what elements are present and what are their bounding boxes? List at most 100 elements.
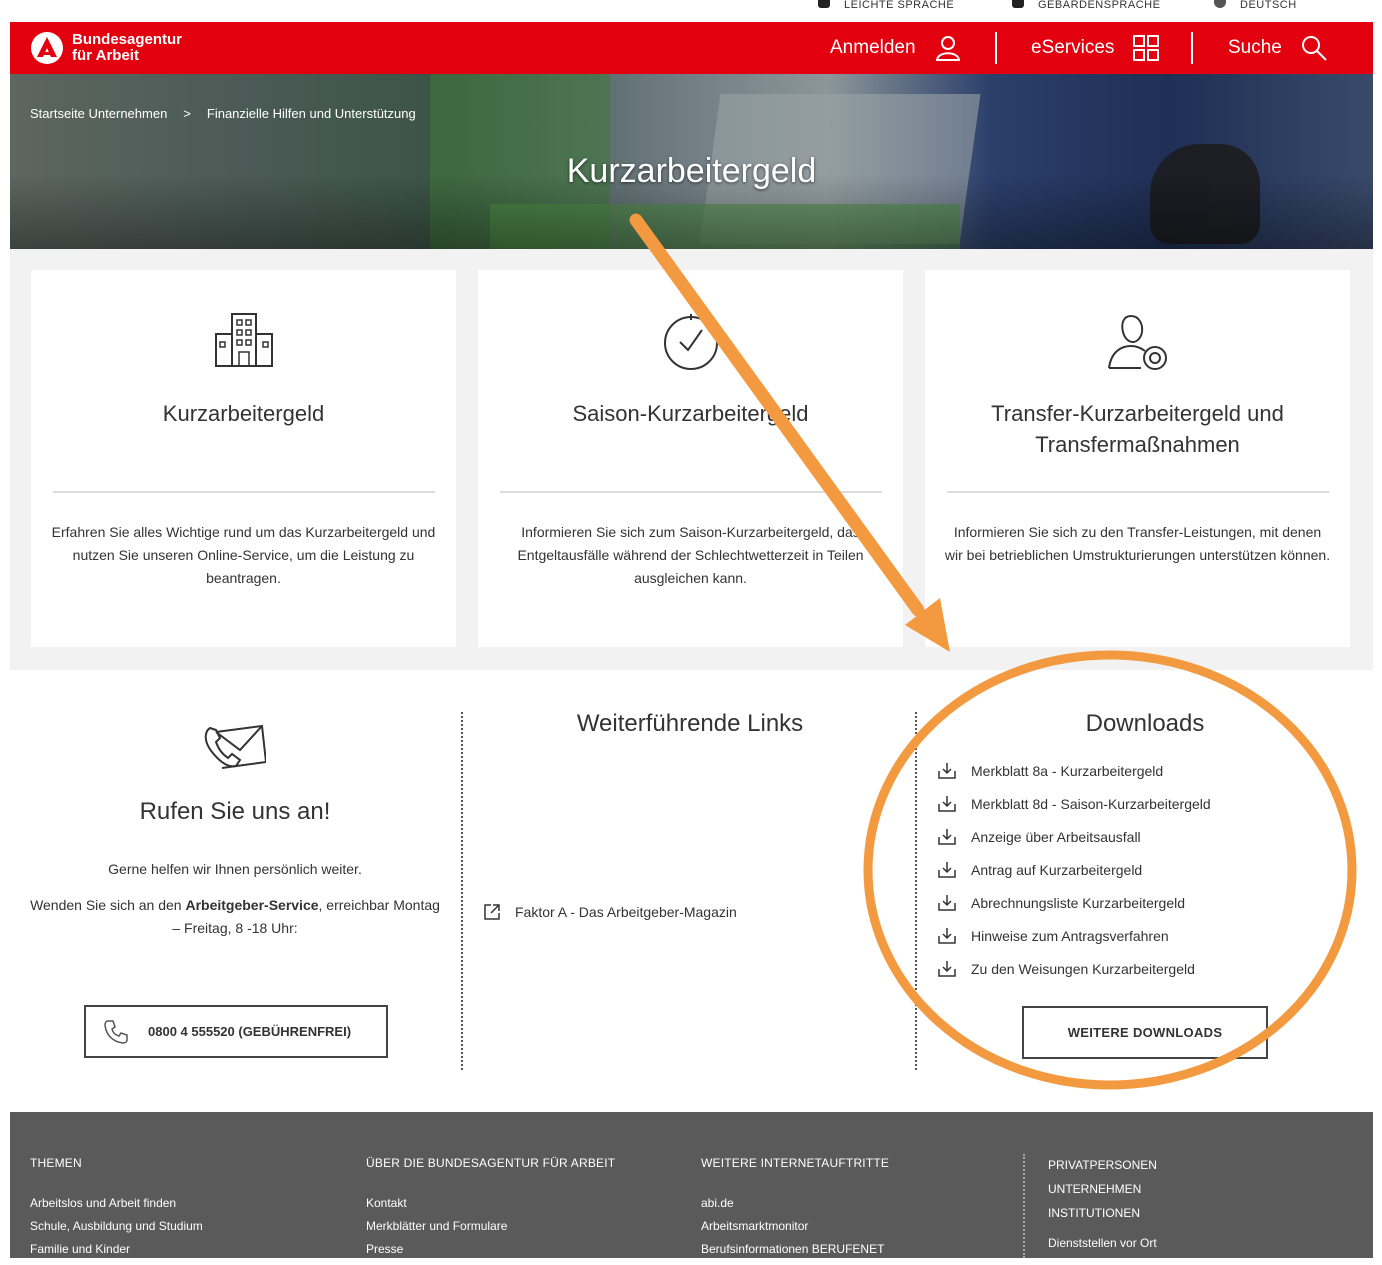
download-item-label: Antrag auf Kurzarbeitergeld: [971, 861, 1143, 878]
sign-language-link[interactable]: GEBÄRDENSPRACHE: [1012, 0, 1160, 10]
download-item-label: Merkblatt 8d - Saison-Kurzarbeitergeld: [971, 795, 1211, 812]
download-item[interactable]: Merkblatt 8d - Saison-Kurzarbeitergeld: [937, 787, 1211, 820]
eservices-button[interactable]: eServices: [1031, 22, 1160, 74]
breadcrumb: Startseite Unternehmen > Finanzielle Hilfe…: [30, 106, 416, 121]
download-item-label: Hinweise zum Antragsverfahren: [971, 927, 1169, 944]
simple-language-icon: [818, 0, 830, 8]
download-item[interactable]: Antrag auf Kurzarbeitergeld: [937, 853, 1211, 886]
ba-logo-icon[interactable]: [30, 31, 64, 65]
footer-link[interactable]: Arbeitsmarktmonitor: [701, 1219, 889, 1233]
contact-text: Gerne helfen wir Ihnen persönlich weiter…: [108, 861, 362, 877]
card-title: Transfer-Kurzarbeitergeld und Transferma…: [991, 401, 1284, 457]
download-item-label: Zu den Weisungen Kurzarbeitergeld: [971, 960, 1195, 977]
breadcrumb-separator: >: [183, 106, 191, 121]
download-item[interactable]: Anzeige über Arbeitsausfall: [937, 820, 1211, 853]
phone-icon: [104, 1019, 128, 1044]
footer-column-about: ÜBER DIE BUNDESAGENTUR FÜR ARBEIT Kontak…: [366, 1156, 615, 1265]
footer-heading: ÜBER DIE BUNDESAGENTUR FÜR ARBEIT: [366, 1156, 616, 1170]
card-divider: [947, 491, 1329, 493]
employer-service-name: Arbeitgeber-Service: [185, 897, 319, 913]
contact-hours-text: Wenden Sie sich an den Arbeitgeber-Servi…: [30, 894, 440, 940]
sign-language-label: GEBÄRDENSPRACHE: [1038, 0, 1161, 10]
card-kurzarbeitergeld[interactable]: Kurzarbeitergeld Erfahren Sie alles Wich…: [31, 270, 456, 647]
card-icon-wrap: [31, 312, 456, 372]
footer-link[interactable]: Schule, Ausbildung und Studium: [30, 1219, 203, 1233]
eservices-label: eServices: [1031, 37, 1115, 58]
download-item[interactable]: Merkblatt 8a - Kurzarbeitergeld: [937, 754, 1211, 787]
download-item[interactable]: Abrechnungsliste Kurzarbeitergeld: [937, 886, 1211, 919]
footer-heading: WEITERE INTERNETAUFTRITTE: [701, 1156, 890, 1170]
more-downloads-button[interactable]: WEITERE DOWNLOADS: [1022, 1006, 1268, 1059]
brand-name[interactable]: Bundesagentur für Arbeit: [72, 32, 182, 64]
card-transfer-kurzarbeitergeld[interactable]: Transfer-Kurzarbeitergeld und Transferma…: [925, 270, 1350, 647]
audience-link-companies[interactable]: UNTERNEHMEN: [1048, 1182, 1157, 1196]
download-icon: [938, 927, 956, 944]
grid-icon: [1133, 35, 1160, 61]
download-icon: [938, 960, 956, 977]
further-links-title: Weiterführende Links: [576, 710, 804, 737]
phone-number-button[interactable]: 0800 4 555520 (GEBÜHRENFREI): [84, 1005, 388, 1058]
footer-link[interactable]: Arbeitslos und Arbeit finden: [30, 1196, 203, 1210]
search-button[interactable]: Suche: [1228, 22, 1328, 74]
page: LEICHTE SPRACHE GEBÄRDENSPRACHE DEUTSCH …: [0, 0, 1382, 1258]
downloads-title: Downloads: [1085, 710, 1205, 737]
card-divider: [500, 491, 882, 493]
audience-link-institutions[interactable]: INSTITUTIONEN: [1048, 1206, 1157, 1220]
globe-icon: [1214, 0, 1226, 8]
footer-link[interactable]: Familie und Kinder: [30, 1242, 203, 1256]
download-icon: [938, 894, 956, 911]
footer-link[interactable]: Berufsinformationen BERUFENET: [701, 1242, 889, 1256]
breadcrumb-item-home[interactable]: Startseite Unternehmen: [30, 106, 167, 121]
nav-divider: [1191, 32, 1193, 64]
simple-language-link[interactable]: LEICHTE SPRACHE: [818, 0, 954, 10]
footer-column-websites: WEITERE INTERNETAUFTRITTE abi.de Arbeits…: [701, 1156, 889, 1265]
link-faktor-a-label: Faktor A - Das Arbeitgeber-Magazin: [515, 904, 737, 920]
download-item[interactable]: Zu den Weisungen Kurzarbeitergeld: [937, 952, 1211, 985]
person-clock-icon: [1107, 314, 1167, 370]
footer-heading: THEMEN: [30, 1156, 82, 1170]
card-divider: [53, 491, 435, 493]
external-link-icon: [484, 904, 500, 920]
download-icon: [938, 828, 956, 845]
download-icon: [938, 762, 956, 779]
contact-title: Rufen Sie uns an!: [139, 798, 331, 825]
language-label: DEUTSCH: [1240, 0, 1297, 10]
card-icon-wrap: [925, 312, 1350, 372]
simple-language-label: LEICHTE SPRACHE: [844, 0, 955, 10]
locations-link[interactable]: Dienststellen vor Ort: [1048, 1236, 1157, 1250]
footer-link[interactable]: Merkblätter und Formulare: [366, 1219, 615, 1233]
card-description: Informieren Sie sich zum Saison-Kurzarbe…: [517, 524, 864, 586]
download-item[interactable]: Hinweise zum Antragsverfahren: [937, 919, 1211, 952]
column-divider: [915, 712, 917, 1070]
clock-icon: [663, 314, 718, 370]
footer-link[interactable]: abi.de: [701, 1196, 889, 1210]
footer-link[interactable]: Presse: [366, 1242, 615, 1256]
card-title: Saison-Kurzarbeitergeld: [572, 401, 809, 426]
download-item-label: Merkblatt 8a - Kurzarbeitergeld: [971, 762, 1164, 779]
column-divider: [461, 712, 463, 1070]
breadcrumb-item-financial-help[interactable]: Finanzielle Hilfen und Unterstützung: [207, 106, 416, 121]
building-icon: [214, 313, 273, 367]
audience-link-private[interactable]: PRIVATPERSONEN: [1048, 1158, 1157, 1172]
sign-language-icon: [1012, 0, 1024, 8]
downloads-list: Merkblatt 8a - Kurzarbeitergeld Merkblat…: [937, 754, 1211, 985]
card-title: Kurzarbeitergeld: [162, 401, 325, 426]
card-description: Informieren Sie sich zu den Transfer-Lei…: [944, 524, 1331, 563]
download-icon: [938, 861, 956, 878]
link-faktor-a[interactable]: Faktor A - Das Arbeitgeber-Magazin: [483, 903, 737, 921]
nav-divider: [995, 32, 997, 64]
footer-link[interactable]: Kontakt: [366, 1196, 615, 1210]
footer-column-topics: THEMEN Arbeitslos und Arbeit finden Schu…: [30, 1156, 203, 1265]
brand-line-1: Bundesagentur: [72, 31, 183, 48]
contact-hours-prefix: Wenden Sie sich an den: [30, 897, 186, 913]
utility-bar: LEICHTE SPRACHE GEBÄRDENSPRACHE DEUTSCH: [0, 0, 1382, 20]
login-label: Anmelden: [830, 37, 916, 58]
language-selector[interactable]: DEUTSCH: [1214, 0, 1297, 10]
site-header: Bundesagentur für Arbeit Anmelden eServi…: [10, 22, 1373, 74]
login-button[interactable]: Anmelden: [830, 22, 962, 74]
card-description: Erfahren Sie alles Wichtige rund um das …: [51, 524, 436, 586]
footer-divider: [1023, 1154, 1025, 1258]
phone-number-label: 0800 4 555520 (GEBÜHRENFREI): [148, 1024, 352, 1039]
card-saison-kurzarbeitergeld[interactable]: Saison-Kurzarbeitergeld Informieren Sie …: [478, 270, 903, 647]
card-icon-wrap: [478, 312, 903, 372]
